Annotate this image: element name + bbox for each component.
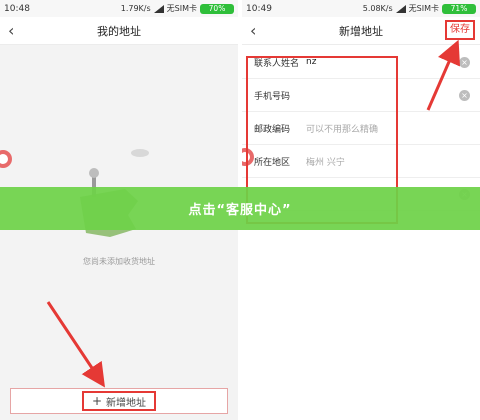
battery-indicator: 71% (442, 3, 476, 14)
instruction-banner: 点击“客服中心” (0, 187, 480, 230)
lifebuoy-icon (0, 150, 12, 168)
status-time: 10:48 (4, 3, 30, 14)
back-arrow-icon[interactable]: ‹ (250, 21, 256, 40)
carrier-text: 无SIM卡 (408, 4, 439, 13)
network-speed: 1.79K/s (120, 4, 151, 13)
instruction-text: 点击“客服中心” (188, 203, 292, 218)
clear-icon[interactable]: × (459, 57, 470, 68)
signal-icon (395, 4, 406, 13)
status-bar: 10:48 1.79K/s 无SIM卡 70% (0, 0, 238, 17)
battery-indicator: 70% (200, 3, 234, 14)
signal-icon (153, 4, 164, 13)
tutorial-composite: 10:48 1.79K/s 无SIM卡 70% ‹ 我的地址 您尚未添加收货地址… (0, 0, 480, 420)
clear-icon[interactable]: × (459, 90, 470, 101)
add-address-bar: + 新增地址 (10, 388, 228, 414)
page-title: 我的地址 (97, 24, 141, 38)
network-speed: 5.08K/s (362, 4, 393, 13)
status-bar: 10:49 5.08K/s 无SIM卡 71% (242, 0, 480, 17)
nav-bar: ‹ 新增地址 保存 (242, 17, 480, 45)
page-title: 新增地址 (339, 24, 383, 38)
nav-bar: ‹ 我的地址 (0, 17, 238, 45)
carrier-text: 无SIM卡 (166, 4, 197, 13)
back-arrow-icon[interactable]: ‹ (8, 21, 14, 40)
add-address-label: 新增地址 (106, 397, 147, 409)
empty-state-text: 您尚未添加收货地址 (83, 257, 155, 266)
add-address-button[interactable]: + 新增地址 (81, 391, 157, 411)
status-time: 10:49 (246, 3, 272, 14)
save-button[interactable]: 保存 (445, 20, 475, 40)
plus-icon: + (91, 394, 103, 408)
